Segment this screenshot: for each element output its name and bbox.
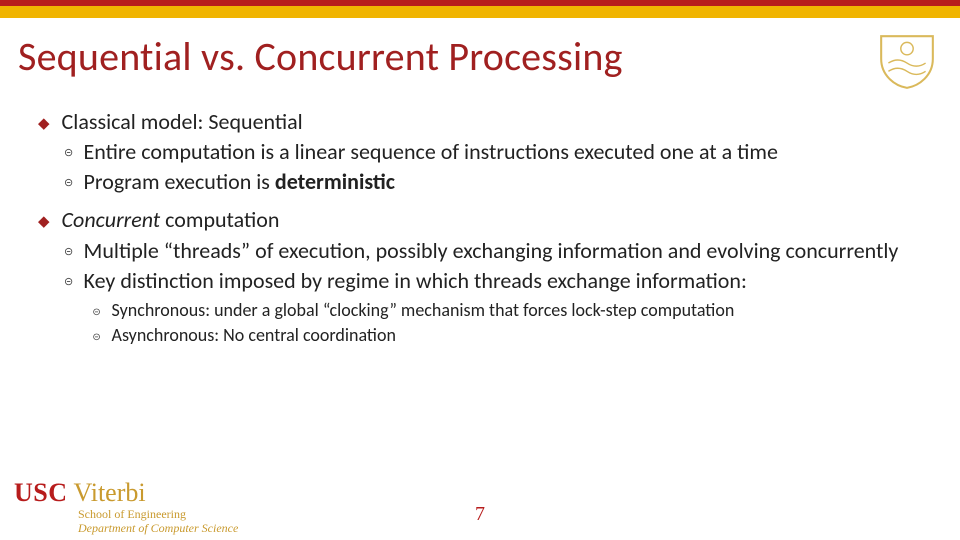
diamond-bullet-icon: ◆ [38, 115, 50, 196]
usc-wordmark: USC [14, 478, 68, 508]
title-row: Sequential vs. Concurrent Processing [0, 18, 960, 96]
slide: Sequential vs. Concurrent Processing ◆ C… [0, 0, 960, 540]
subsub-block: ⊝ Synchronous: under a global “clocking”… [62, 299, 938, 348]
circle-chevron-icon: ⊝ [90, 305, 104, 323]
sub-bullet: ⊝ Multiple “threads” of execution, possi… [62, 237, 938, 265]
sub-bullet: ⊝ Program execution is deterministic [62, 168, 938, 196]
diamond-bullet-icon: ◆ [38, 213, 50, 347]
subsub-text: Synchronous: under a global “clocking” m… [112, 299, 938, 323]
sub-bullet: ⊝ Entire computation is a linear sequenc… [62, 138, 938, 166]
sub-text: Key distinction imposed by regime in whi… [84, 267, 938, 295]
circle-chevron-icon: ⊝ [62, 245, 76, 265]
stripe-gold [0, 6, 960, 18]
slide-title: Sequential vs. Concurrent Processing [18, 32, 623, 81]
bullet-head: Concurrent computation [62, 206, 938, 234]
bullet-classical: ◆ Classical model: Sequential ⊝ Entire c… [38, 108, 938, 196]
subsub-text: Asynchronous: No central coordination [112, 324, 938, 348]
footer: USC Viterbi School of Engineering Depart… [0, 474, 960, 540]
content: ◆ Classical model: Sequential ⊝ Entire c… [0, 96, 960, 347]
footer-logo: USC Viterbi School of Engineering Depart… [0, 478, 238, 536]
page-number: 7 [475, 503, 485, 526]
subsub-bullet: ⊝ Asynchronous: No central coordination [90, 324, 938, 348]
sub-text: Program execution is deterministic [84, 168, 938, 196]
circle-chevron-icon: ⊝ [62, 176, 76, 196]
sub-text: Multiple “threads” of execution, possibl… [84, 237, 938, 265]
circle-chevron-icon: ⊝ [62, 275, 76, 295]
subsub-bullet: ⊝ Synchronous: under a global “clocking”… [90, 299, 938, 323]
viterbi-wordmark: Viterbi [74, 478, 146, 508]
circle-chevron-icon: ⊝ [90, 330, 104, 348]
footer-logo-row: USC Viterbi [14, 478, 238, 508]
footer-school: School of Engineering [78, 508, 238, 521]
sub-bullet: ⊝ Key distinction imposed by regime in w… [62, 267, 938, 295]
bullet-head: Classical model: Sequential [62, 108, 938, 136]
usc-crest-icon [876, 32, 938, 90]
bullet-body: Concurrent computation ⊝ Multiple “threa… [62, 206, 938, 347]
bullet-body: Classical model: Sequential ⊝ Entire com… [62, 108, 938, 196]
circle-chevron-icon: ⊝ [62, 146, 76, 166]
bullet-concurrent: ◆ Concurrent computation ⊝ Multiple “thr… [38, 206, 938, 347]
sub-text: Entire computation is a linear sequence … [84, 138, 938, 166]
footer-dept: Department of Computer Science [78, 521, 238, 536]
